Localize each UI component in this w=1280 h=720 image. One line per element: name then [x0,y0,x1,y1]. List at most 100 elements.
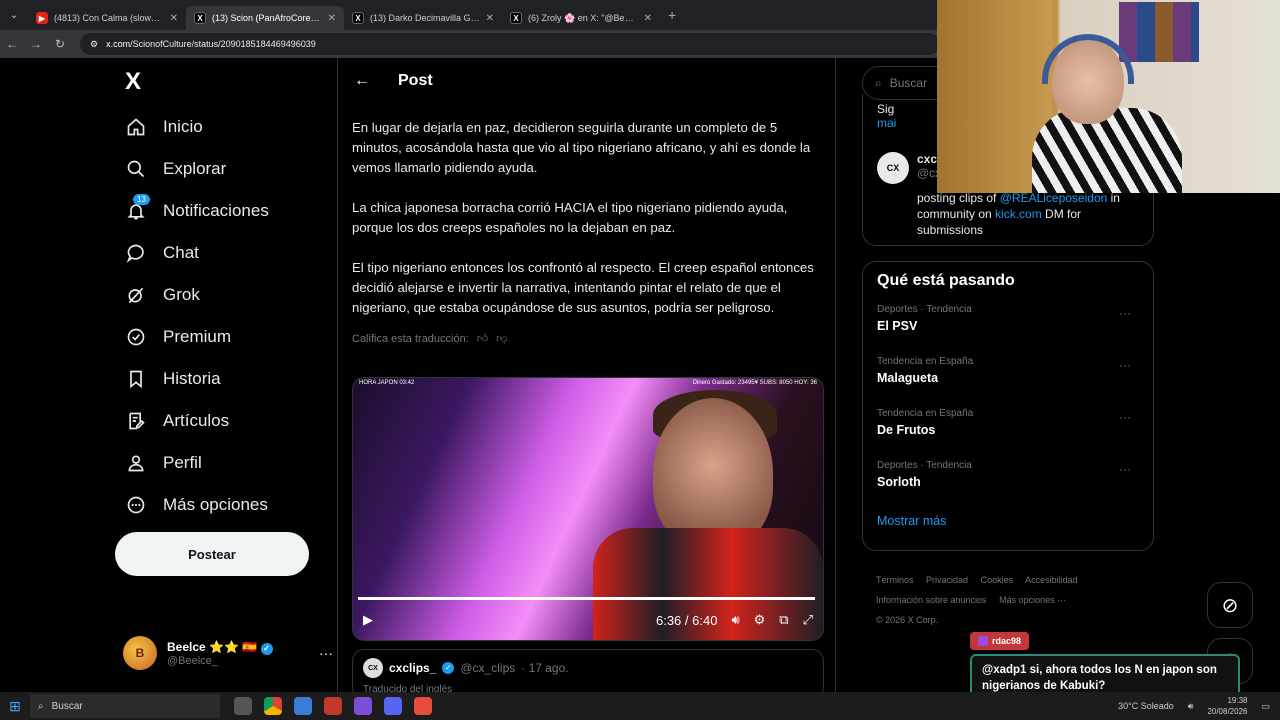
translated-label: Traducido del inglés [363,684,453,692]
system-tray: 30°C Soleado 🔊︎ 19:38 20/08/2026 ▭ [1118,695,1280,717]
clock[interactable]: 19:38 20/08/2026 [1207,695,1247,717]
close-tab-icon[interactable]: ✕ [328,13,336,24]
webcam-shirt [1032,108,1182,193]
site-info-icon[interactable]: ⚙ [90,39,98,50]
x-logo-icon[interactable]: X [125,68,141,96]
close-tab-icon[interactable]: ✕ [644,13,652,24]
browser-tab[interactable]: X (13) Darko Decimavilla García ( ✕ [344,6,502,30]
app-icon[interactable] [324,697,342,715]
post-paragraph: En lugar de dejarla en paz, decidieron s… [352,120,811,175]
footer-link[interactable]: Cookies [981,575,1014,585]
fullscreen-icon[interactable]: ⤢ [803,612,813,628]
bookmark-icon [125,368,147,390]
app-icon[interactable] [294,697,312,715]
sidebar-item-premium[interactable]: Premium [115,316,269,358]
quote-author-handle: @cx_clips [460,661,516,675]
trend-item[interactable]: Deportes · Tendencia El PSV ··· [877,304,1139,356]
weather-status[interactable]: 30°C Soleado [1118,701,1174,711]
discord-icon[interactable] [384,697,402,715]
footer-link[interactable]: Accesibilidad [1025,575,1078,585]
volume-icon[interactable]: 🔊︎ [1188,701,1194,712]
card-fragment-text: Sig [877,102,895,116]
footer-link[interactable]: Privacidad [926,575,968,585]
more-dots-icon[interactable]: ··· [1119,358,1131,372]
thumbs-up-icon[interactable]: 👍︎ [477,332,489,345]
sidebar-item-label: Historia [163,369,221,388]
post-paragraph: La chica japonesa borracha corrió HACIA … [352,200,788,235]
trend-item[interactable]: Deportes · Tendencia Sorloth ··· [877,460,1139,512]
sidebar-item-perfil[interactable]: Perfil [115,442,269,484]
more-dots-icon[interactable]: ··· [1119,410,1131,424]
obs-icon[interactable] [414,697,432,715]
search-icon: ⌕ [875,75,882,90]
trend-name: El PSV [877,319,918,333]
profile-icon [125,452,147,474]
sidebar-item-articulos[interactable]: Artículos [115,400,269,442]
sidebar-item-grok[interactable]: Grok [115,274,269,316]
close-tab-icon[interactable]: ✕ [170,13,178,24]
sidebar-item-mas-opciones[interactable]: Más opciones [115,484,269,526]
webcam-overlay [937,0,1280,193]
post-header: ← Post [338,58,835,104]
show-more-link[interactable]: Mostrar más [877,514,1139,528]
chrome-icon[interactable] [264,697,282,715]
windows-start-icon[interactable]: ⊞ [0,698,30,715]
more-dots-icon[interactable]: ··· [1119,462,1131,476]
app-icon[interactable] [354,697,372,715]
quote-author-name: cxclips_ [389,661,437,675]
notification-count-badge: 13 [133,194,150,205]
grok-fab-button[interactable]: ⊘ [1207,582,1253,628]
tab-title: (4813) Con Calma (slowed + re [54,13,164,23]
account-more-icon[interactable]: ··· [319,645,333,661]
footer-link[interactable]: Más opciones ··· [999,595,1066,605]
volume-icon[interactable]: 🔊︎ [731,612,739,628]
notifications-icon[interactable]: ▭ [1261,701,1270,712]
sidebar-item-label: Explorar [163,159,227,178]
play-icon[interactable]: ▶ [363,612,373,628]
close-tab-icon[interactable]: ✕ [486,13,494,24]
forward-arrow-icon[interactable]: → [24,37,48,51]
bio-mention-link[interactable]: @REALiceposeidon [1000,191,1108,205]
quoted-post[interactable]: CX cxclips_ ✓ @cx_clips · 17 ago. Traduc… [352,649,824,692]
premium-icon [125,326,147,348]
post-column: ← Post En lugar de dejarla en paz, decid… [337,58,836,692]
taskbar-search[interactable]: ⌕ Buscar [30,694,220,718]
account-switcher[interactable]: B Beelce ⭐⭐ 🇪🇸 ✓ @Beelce_ ··· [123,636,333,670]
sidebar-item-label: Notificaciones [163,201,269,220]
sidebar-item-notificaciones[interactable]: 13 Notificaciones [115,190,269,232]
more-dots-icon[interactable]: ··· [1119,306,1131,320]
task-view-icon[interactable] [234,697,252,715]
trend-category: Tendencia en España [877,356,974,367]
back-arrow-icon[interactable]: ← [354,72,370,90]
reload-icon[interactable]: ↻ [48,37,72,51]
page-title: Post [398,72,433,89]
sidebar-item-explorar[interactable]: Explorar [115,148,269,190]
post-paragraph: El tipo nigeriano entonces los confrontó… [352,260,814,315]
trend-item[interactable]: Tendencia en España De Frutos ··· [877,408,1139,460]
more-icon [125,494,147,516]
settings-gear-icon[interactable]: ⚙ [754,612,766,628]
sidebar-item-inicio[interactable]: Inicio [115,106,269,148]
thumbs-down-icon[interactable]: 👎︎ [496,332,507,345]
video-player[interactable]: HORA JAPON 03:42 Dinero Gastado: 23495¥ … [352,377,824,641]
browser-tab[interactable]: ▶ (4813) Con Calma (slowed + re ✕ [28,6,186,30]
url-field[interactable]: ⚙ x.com/ScionofCulture/status/2090185184… [80,33,940,55]
footer-link[interactable]: Información sobre anuncios [876,595,987,605]
browser-tab[interactable]: X (6) Zroly 🌸 en X: "@Beelce_ E ✕ [502,6,660,30]
back-arrow-icon[interactable]: ← [0,37,24,51]
sidebar-item-label: Grok [163,285,200,304]
sidebar-item-historia[interactable]: Historia [115,358,269,400]
footer-link[interactable]: Términos [876,575,914,585]
post-button[interactable]: Postear [115,532,309,576]
tab-search-chevron-icon[interactable]: ⌄ [0,10,28,21]
sidebar-item-chat[interactable]: Chat [115,232,269,274]
footer-links: Términos Privacidad Cookies Accesibilida… [876,570,1146,630]
video-overlay-right: Dinero Gastado: 23495¥ SUBS: 8050 HOY: 3… [692,380,817,386]
picture-in-picture-icon[interactable]: ⧉ [779,612,788,628]
new-tab-plus-icon[interactable]: + [668,7,676,23]
browser-tab-active[interactable]: X (13) Scion (PanAfroCore) en X: ✕ [186,6,344,30]
trend-category: Tendencia en España [877,408,974,419]
trend-item[interactable]: Tendencia en España Malagueta ··· [877,356,1139,408]
bio-url-link[interactable]: kick.com [995,207,1042,221]
sidebar-item-label: Perfil [163,453,202,472]
